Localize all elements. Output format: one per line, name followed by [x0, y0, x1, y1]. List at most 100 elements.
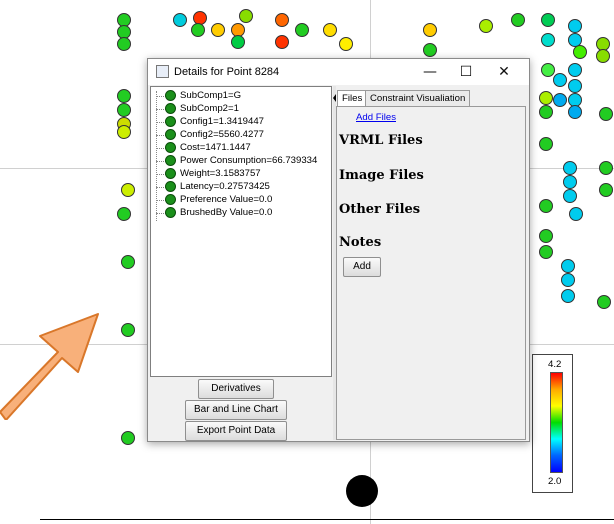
data-point[interactable] — [511, 13, 525, 27]
notes-heading: Notes — [339, 235, 382, 250]
leaf-node-icon — [165, 116, 176, 127]
data-point[interactable] — [569, 207, 583, 221]
minimize-button[interactable]: — — [414, 61, 446, 83]
legend-min-label: 2.0 — [548, 476, 562, 487]
data-point[interactable] — [117, 89, 131, 103]
data-point[interactable] — [561, 289, 575, 303]
derivatives-button[interactable]: Derivatives — [198, 379, 274, 399]
data-point[interactable] — [539, 199, 553, 213]
data-point[interactable] — [563, 175, 577, 189]
data-point[interactable] — [121, 255, 135, 269]
data-point[interactable] — [596, 49, 610, 63]
data-point[interactable] — [539, 245, 553, 259]
leaf-node-icon — [165, 181, 176, 192]
tab-constraint-visualization[interactable]: Constraint Visualiation — [365, 90, 471, 106]
data-point[interactable] — [541, 63, 555, 77]
image-files-heading: Image Files — [339, 168, 424, 183]
vrml-files-heading: VRML Files — [339, 133, 423, 148]
tree-item-label: Config2=5560.4277 — [180, 129, 265, 140]
data-point[interactable] — [211, 23, 225, 37]
annotation-arrow — [0, 313, 99, 420]
data-point[interactable] — [563, 189, 577, 203]
data-point[interactable] — [117, 103, 131, 117]
data-point[interactable] — [599, 161, 613, 175]
data-point[interactable] — [563, 161, 577, 175]
leaf-node-icon — [165, 168, 176, 179]
tree-item-label: Weight=3.1583757 — [180, 168, 261, 179]
title-bar[interactable]: Details for Point 8284 — ☐ ✕ — [148, 59, 529, 85]
details-tab-pane: Files Constraint Visualiation Add Files … — [336, 86, 529, 441]
x-axis-line — [40, 519, 614, 520]
data-point[interactable] — [568, 63, 582, 77]
data-point[interactable] — [597, 295, 611, 309]
data-point[interactable] — [117, 37, 131, 51]
leaf-node-icon — [165, 142, 176, 153]
data-point[interactable] — [568, 19, 582, 33]
data-point[interactable] — [231, 35, 245, 49]
window-title: Details for Point 8284 — [174, 66, 280, 78]
data-point[interactable] — [323, 23, 337, 37]
data-point[interactable] — [121, 183, 135, 197]
data-point[interactable] — [561, 273, 575, 287]
leaf-node-icon — [165, 194, 176, 205]
add-note-button[interactable]: Add — [343, 257, 381, 277]
tab-files[interactable]: Files — [337, 90, 368, 107]
tree-item-label: SubComp2=1 — [180, 103, 239, 114]
data-point[interactable] — [539, 137, 553, 151]
leaf-node-icon — [165, 155, 176, 166]
data-point[interactable] — [117, 207, 131, 221]
tree-item-label: BrushedBy Value=0.0 — [180, 207, 273, 218]
tree-item-label: Config1=1.3419447 — [180, 116, 265, 127]
leaf-node-icon — [165, 90, 176, 101]
data-point[interactable] — [275, 35, 289, 49]
color-legend: 4.2 2.0 — [532, 354, 573, 493]
data-point[interactable] — [539, 105, 553, 119]
data-point[interactable] — [599, 183, 613, 197]
data-point[interactable] — [275, 13, 289, 27]
data-point[interactable] — [121, 323, 135, 337]
leaf-node-icon — [165, 207, 176, 218]
data-point[interactable] — [117, 125, 131, 139]
tree-item-label: Latency=0.27573425 — [180, 181, 270, 192]
data-point[interactable] — [553, 93, 567, 107]
files-panel: Add Files VRML Files Image Files Other F… — [336, 106, 526, 440]
data-point[interactable] — [541, 33, 555, 47]
data-point[interactable] — [191, 23, 205, 37]
data-point[interactable] — [541, 13, 555, 27]
tree-item-label: Power Consumption=66.739334 — [180, 155, 318, 166]
close-button[interactable]: ✕ — [488, 61, 520, 83]
point-attribute-tree[interactable]: SubComp1=G SubComp2=1 Config1=1.3419447 Con… — [150, 86, 332, 377]
data-point[interactable] — [599, 107, 613, 121]
data-point[interactable] — [561, 259, 575, 273]
details-window[interactable]: Details for Point 8284 — ☐ ✕ SubComp1=G S… — [147, 58, 530, 442]
data-point[interactable] — [121, 431, 135, 445]
data-point[interactable] — [573, 45, 587, 59]
data-point[interactable] — [568, 79, 582, 93]
maximize-button[interactable]: ☐ — [450, 61, 482, 83]
legend-max-label: 4.2 — [548, 359, 562, 370]
data-point[interactable] — [173, 13, 187, 27]
selected-point-marker[interactable] — [346, 475, 378, 507]
data-point[interactable] — [553, 73, 567, 87]
data-point[interactable] — [423, 43, 437, 57]
data-point[interactable] — [239, 9, 253, 23]
export-point-data-button[interactable]: Export Point Data — [185, 421, 287, 441]
bar-line-chart-button[interactable]: Bar and Line Chart — [185, 400, 287, 420]
tree-item-label: Preference Value=0.0 — [180, 194, 273, 205]
tree-item-label: Cost=1471.1447 — [180, 142, 251, 153]
tree-connector — [156, 91, 157, 221]
data-point[interactable] — [295, 23, 309, 37]
color-scale-bar — [550, 372, 563, 473]
data-point[interactable] — [339, 37, 353, 51]
data-point[interactable] — [539, 229, 553, 243]
data-point[interactable] — [423, 23, 437, 37]
add-files-link[interactable]: Add Files — [356, 112, 396, 123]
tree-item-label: SubComp1=G — [180, 90, 242, 101]
data-point[interactable] — [568, 105, 582, 119]
leaf-node-icon — [165, 103, 176, 114]
data-point[interactable] — [479, 19, 493, 33]
leaf-node-icon — [165, 129, 176, 140]
other-files-heading: Other Files — [339, 202, 421, 217]
java-app-icon — [156, 65, 169, 78]
data-point[interactable] — [539, 91, 553, 105]
